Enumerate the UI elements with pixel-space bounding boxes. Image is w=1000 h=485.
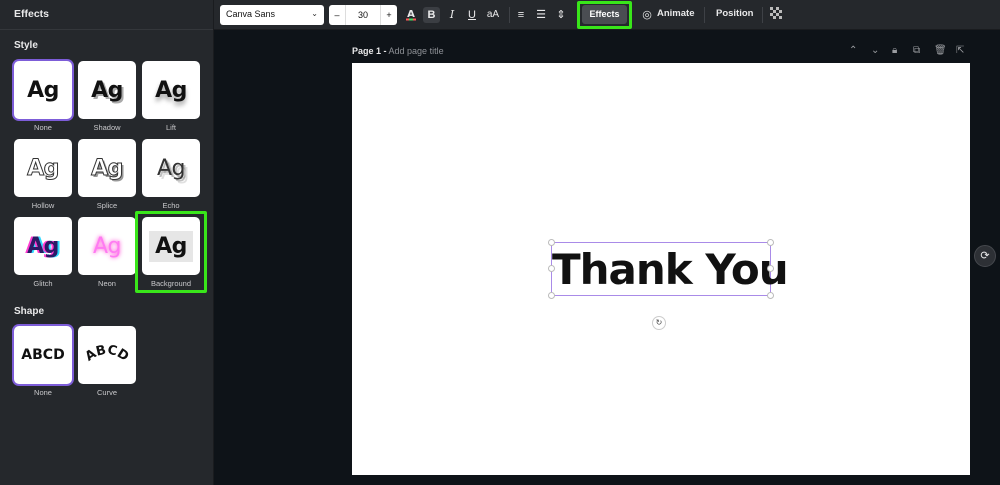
resize-handle[interactable] [767, 239, 774, 246]
resize-handle[interactable] [767, 292, 774, 299]
text-toolbar: Canva Sans ⌄ – 30 + A B I U aA ≡ ☰ ⇕ Eff… [214, 0, 1000, 30]
style-sample: Ag [92, 233, 122, 259]
effects-panel: Effects Style Ag None Ag Shadow Ag Lift … [0, 0, 214, 485]
style-label: Shadow [93, 123, 121, 132]
shape-none-tile[interactable]: ABCD [14, 326, 72, 384]
toolbar-divider [762, 7, 763, 23]
animate-button[interactable]: Animate [657, 8, 694, 19]
curve-sample-icon: ABCD [83, 343, 132, 365]
animate-icon[interactable]: ◎ [640, 7, 654, 23]
style-shadow-tile[interactable]: Ag [78, 61, 136, 119]
style-label: Background [150, 279, 192, 288]
transparency-icon[interactable] [769, 7, 783, 23]
style-label: None [34, 123, 52, 132]
shape-sample: ABCD [83, 343, 132, 365]
bold-icon[interactable]: B [423, 7, 440, 23]
resize-handle[interactable] [548, 239, 555, 246]
style-splice-tile[interactable]: Ag [78, 139, 136, 197]
trash-icon[interactable]: 🗑︎ [934, 45, 947, 56]
svg-text:ABCD: ABCD [83, 343, 132, 365]
page-title-input[interactable]: Add page title [389, 46, 444, 56]
shape-label: None [34, 388, 52, 397]
chevron-up-icon[interactable]: ⌃ [849, 45, 857, 56]
style-echo-tile[interactable]: Ag [142, 139, 200, 197]
style-label: Lift [165, 123, 176, 132]
style-neon-tile[interactable]: Ag [78, 217, 136, 275]
style-sample: Ag [27, 155, 60, 181]
duplicate-icon[interactable]: ⧉ [913, 45, 920, 56]
style-sample: Ag [91, 155, 124, 181]
page-label: Page 1 - [352, 46, 387, 56]
size-increase-button[interactable]: + [381, 10, 397, 20]
rotate-icon[interactable]: ↻ [652, 316, 666, 330]
style-sample: Ag [27, 233, 59, 259]
style-none-tile[interactable]: Ag [14, 61, 72, 119]
style-sample: Ag [149, 230, 193, 262]
shape-label: Curve [96, 388, 117, 397]
chevron-down-icon: ⌄ [311, 9, 318, 18]
toolbar-divider [509, 7, 510, 23]
effects-button[interactable]: Effects [582, 5, 627, 24]
resize-handle[interactable] [767, 265, 774, 272]
style-sample: Ag [91, 77, 123, 103]
text-color-icon[interactable]: A [404, 7, 418, 23]
style-label: Hollow [31, 201, 55, 210]
resize-handle[interactable] [548, 292, 555, 299]
list-icon[interactable]: ☰ [534, 7, 548, 23]
style-label: Echo [162, 201, 180, 210]
font-select[interactable]: Canva Sans ⌄ [220, 5, 324, 25]
chevron-down-icon[interactable]: ⌄ [871, 45, 879, 56]
style-hollow-tile[interactable]: Ag [14, 139, 72, 197]
style-sample: Ag [27, 77, 59, 103]
spacing-icon[interactable]: ⇕ [554, 7, 568, 23]
lock-icon[interactable]: 🔒︎ [892, 45, 897, 56]
shape-section-title: Shape [14, 306, 45, 317]
canvas-text[interactable]: Thank You [552, 245, 789, 295]
toolbar-divider [704, 7, 705, 23]
style-background-tile[interactable]: Ag [142, 217, 200, 275]
font-name: Canva Sans [226, 9, 276, 19]
editor-app: Effects Style Ag None Ag Shadow Ag Lift … [0, 0, 1000, 485]
page-title: Page 1 - Add page title [352, 46, 444, 56]
underline-icon[interactable]: U [465, 7, 479, 23]
letter-case-icon[interactable]: aA [484, 7, 502, 23]
refresh-icon[interactable]: ⟳ [974, 245, 996, 267]
style-label: Splice [96, 201, 118, 210]
style-sample: Ag [156, 155, 186, 181]
font-size-input[interactable]: 30 [345, 5, 381, 25]
style-sample: Ag [155, 77, 187, 103]
svg-text:A: A [407, 9, 415, 20]
style-lift-tile[interactable]: Ag [142, 61, 200, 119]
style-section-title: Style [14, 40, 38, 51]
italic-icon[interactable]: I [445, 7, 459, 23]
style-label: Neon [98, 279, 116, 288]
shape-sample: ABCD [21, 347, 65, 363]
font-size-stepper: – 30 + [329, 5, 397, 25]
align-center-icon[interactable]: ≡ [514, 7, 528, 23]
style-label: Glitch [33, 279, 53, 288]
size-decrease-button[interactable]: – [329, 10, 345, 20]
panel-title: Effects [0, 0, 213, 30]
style-glitch-tile[interactable]: Ag [14, 217, 72, 275]
resize-handle[interactable] [548, 265, 555, 272]
position-button[interactable]: Position [716, 8, 753, 19]
shape-curve-tile[interactable]: ABCD [78, 326, 136, 384]
selected-text-box[interactable]: Thank You [548, 239, 789, 299]
add-page-icon[interactable]: ⇱ [956, 45, 964, 56]
